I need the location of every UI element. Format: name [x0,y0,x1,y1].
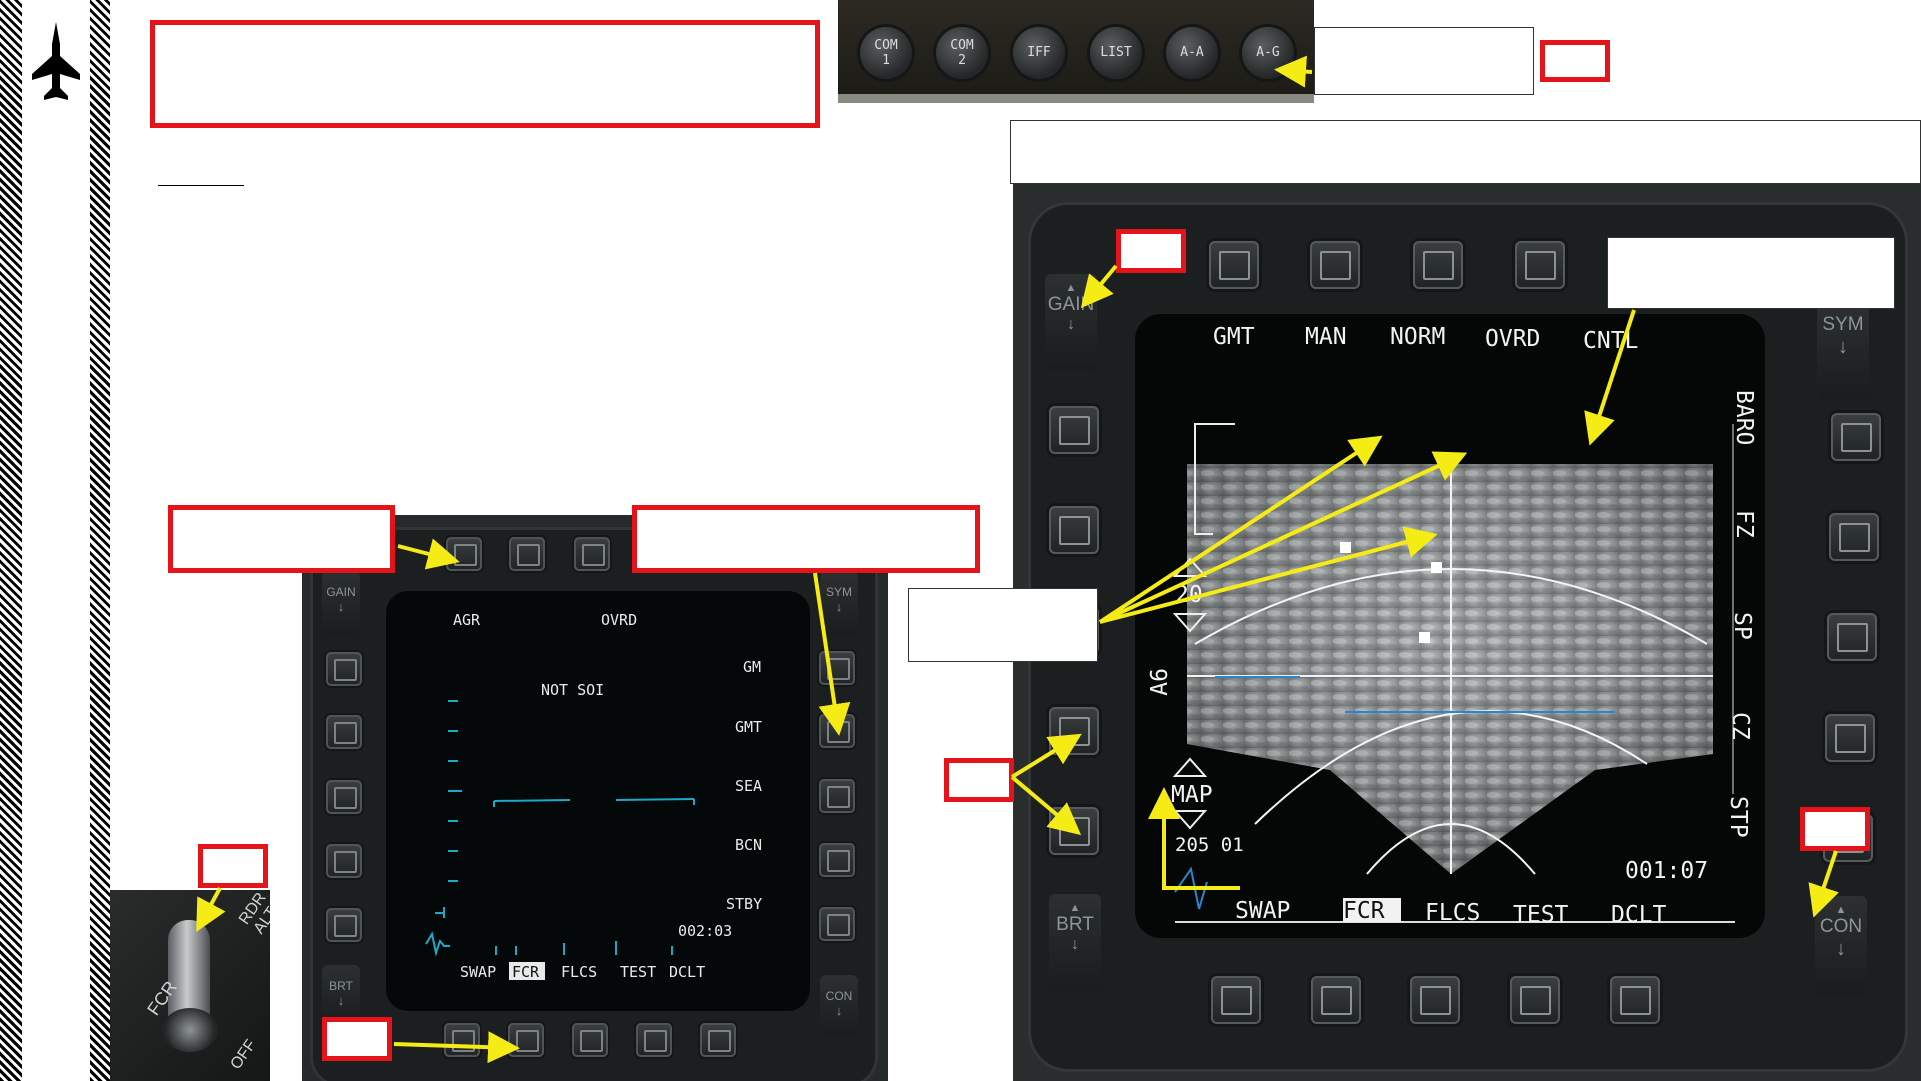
callout-arrows [196,55,1839,1064]
